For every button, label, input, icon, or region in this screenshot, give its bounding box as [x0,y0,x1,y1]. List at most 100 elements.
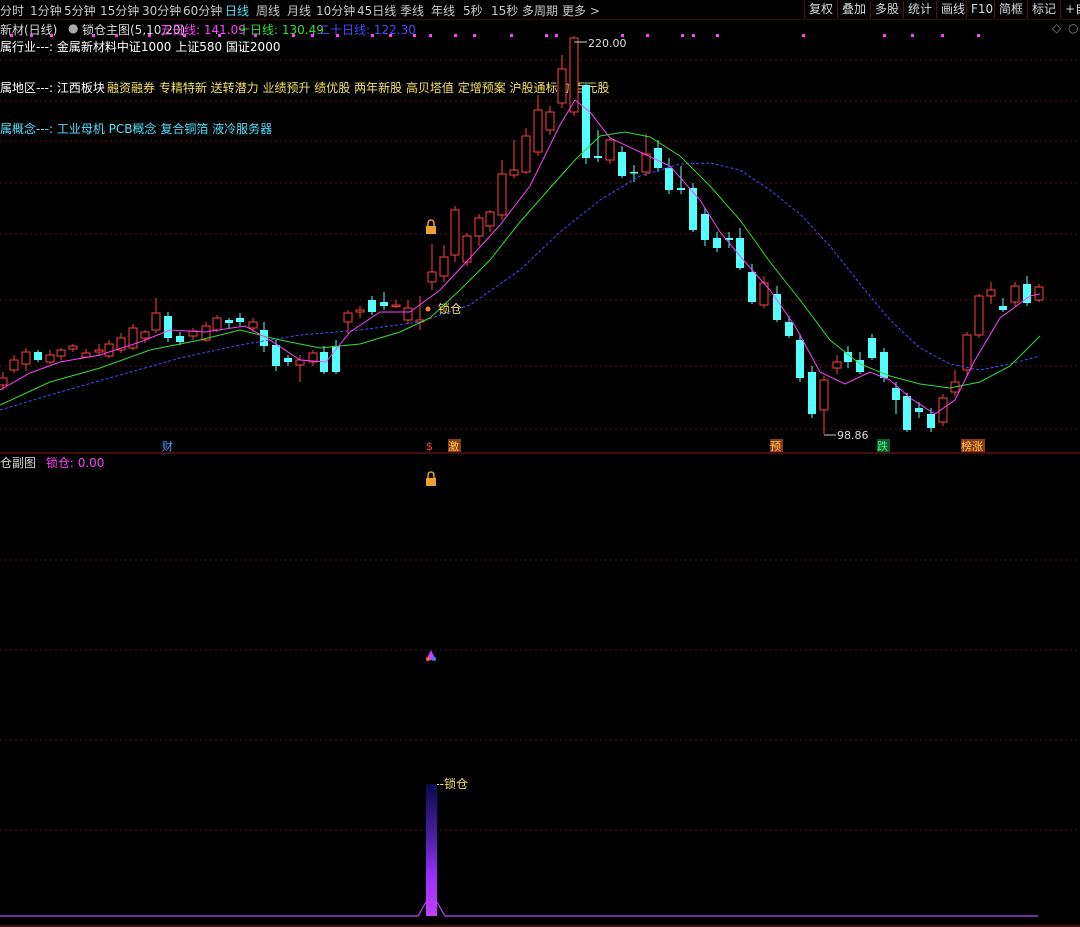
candle-body [677,188,685,190]
lock-spike-bar [426,784,437,916]
candle-body [808,372,816,414]
signal-dots [10,34,980,37]
event-badge-drop: 跌 [877,439,888,453]
low-label: 98.86 [837,429,869,442]
signal-dot [115,34,118,37]
signal-dot [977,34,980,37]
event-badge-rank-up: 榜涨 [961,439,983,453]
candle-body [94,349,104,353]
candle-body [545,111,555,131]
candle-body [533,109,543,153]
candle-body [521,135,531,173]
signal-dot [311,34,314,37]
candle-body [0,377,8,386]
candle-body [485,211,495,227]
candle-body [439,256,449,277]
candle-body [403,307,413,321]
candle-body [427,271,437,283]
signal-dot [802,34,805,37]
candle-body [176,336,184,342]
candle-body [248,321,258,329]
candle-body [104,343,114,357]
event-badge-dollar: $ [426,440,433,453]
candle-body [380,302,388,306]
signal-dot [30,34,33,37]
candle-body [151,312,161,331]
candle-body [986,289,996,297]
candle-body [474,217,484,237]
signal-dot [681,34,684,37]
signal-dot [148,34,151,37]
candle-body [962,334,972,371]
candle-body [368,300,376,312]
candle-body [665,168,673,190]
candle-body [748,272,756,302]
high-label: 220.00 [588,37,627,50]
signal-dot [911,34,914,37]
candle-body [45,354,55,363]
candle-body [785,322,793,336]
signal-dot [510,34,513,37]
event-badge-finance: 财 [162,439,173,453]
lock-line [0,901,1038,917]
candle-body [927,414,935,428]
triangle-signal-icon [426,650,436,661]
signal-dot [292,34,295,37]
candle-body [21,351,31,365]
signal-dot [692,34,695,37]
candle-body [819,379,829,411]
candle-body [225,320,233,323]
signal-dot [555,34,558,37]
candle-body [34,352,42,360]
sub-lock-icon [426,471,436,486]
candle-body [796,340,804,378]
candle-body [999,306,1007,310]
lock-label: 锁仓 [438,301,462,316]
candle-body [1034,286,1044,301]
signal-dot [454,34,457,37]
high-marker: 220.00 [574,37,627,50]
signal-dot [429,34,432,37]
candle-body [355,309,365,313]
signal-dot [10,34,13,37]
candle-body [713,238,721,248]
signal-dot [646,34,649,37]
signal-dot [254,34,257,37]
signal-dot [183,34,186,37]
lock-sub-chart[interactable]: ---锁仓 [0,454,1080,927]
candle-body [295,359,305,366]
signal-dot [218,34,221,37]
signal-dot [92,34,95,37]
event-badge-forecast: 预 [770,440,781,453]
candle-body [689,188,697,230]
candle-body [654,148,662,168]
candle-body [391,304,401,307]
candle-body [915,408,923,412]
candle-body [903,396,911,430]
candle-body [56,349,66,357]
candle-body [618,152,626,176]
event-badge-incentive: 激 [448,439,459,453]
candle-body [68,345,78,350]
candle-body [974,295,984,336]
signal-dot [371,34,374,37]
candle-body [605,139,615,161]
candle-body [450,209,460,256]
candle-body [272,345,280,366]
candle-body [236,318,244,322]
signal-dot [716,34,719,37]
kline-chart[interactable]: 220.00 98.86 锁仓 财 $ 激 预 跌 榜涨 [0,0,1080,454]
sub-grid-lines [0,559,1080,831]
signal-dot [389,34,392,37]
candle-body [832,361,842,369]
signal-dot [336,34,339,37]
signal-dot [473,34,476,37]
candle-body [630,172,638,174]
lock-icon [426,219,436,234]
candle-body [140,331,150,339]
candle-body [1010,285,1020,303]
candle-body [557,68,567,104]
candle-body [343,312,353,323]
signal-dot [941,34,944,37]
signal-dot [883,34,886,37]
